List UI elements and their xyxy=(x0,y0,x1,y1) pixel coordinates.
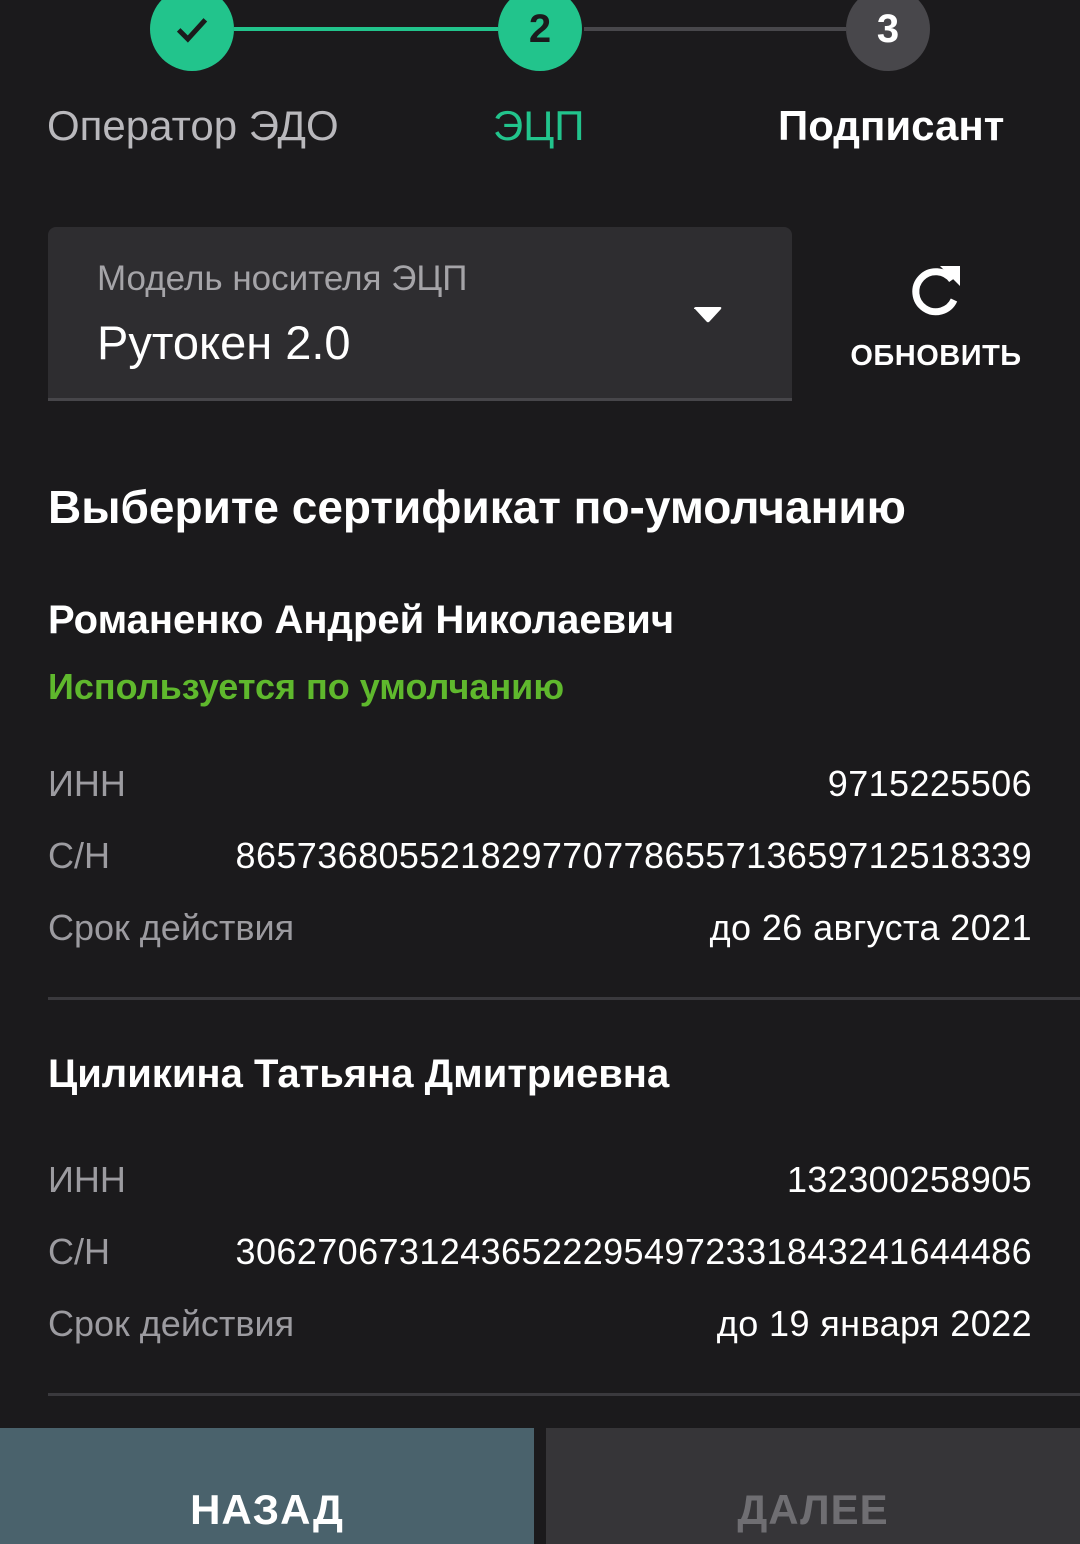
certificate-divider xyxy=(48,997,1080,1000)
inn-row: ИНН 132300258905 xyxy=(48,1159,1032,1209)
default-certificate-badge: Используется по умолчанию xyxy=(48,666,565,707)
step-2-label[interactable]: ЭЦП xyxy=(493,102,584,150)
serial-number-value: 865736805521829770778655713659712518339 xyxy=(235,835,1032,876)
certificate-item[interactable]: Романенко Андрей Николаевич Используется… xyxy=(48,598,1080,1000)
certificate-holder-name: Циликина Татьяна Дмитриевна xyxy=(48,1052,670,1096)
inn-row: ИНН 9715225506 xyxy=(48,763,1032,813)
validity-row: Срок действия до 19 января 2022 xyxy=(48,1303,1032,1353)
step-3-label[interactable]: Подписант xyxy=(778,102,1004,150)
back-button[interactable]: НАЗАД xyxy=(0,1428,534,1544)
carrier-model-label: Модель носителя ЭЦП xyxy=(97,259,468,298)
step-2-number: 2 xyxy=(528,6,552,51)
certificate-holder-name: Романенко Андрей Николаевич xyxy=(48,598,675,642)
stepper-line-completed xyxy=(234,27,498,31)
serial-number-label: С/Н xyxy=(48,835,110,876)
refresh-icon xyxy=(912,266,960,316)
next-button[interactable]: ДАЛЕЕ xyxy=(546,1428,1080,1544)
serial-number-value: 306270673124365222954972331843241644486 xyxy=(235,1231,1032,1272)
inn-label: ИНН xyxy=(48,1159,126,1200)
validity-value: до 19 января 2022 xyxy=(716,1303,1032,1344)
step-3-circle[interactable]: 3 xyxy=(846,0,930,71)
step-2-circle[interactable]: 2 xyxy=(498,0,582,71)
validity-value: до 26 августа 2021 xyxy=(709,907,1032,948)
carrier-model-value: Рутокен 2.0 xyxy=(97,316,351,369)
certificate-divider xyxy=(48,1393,1080,1396)
step-1-label[interactable]: Оператор ЭДО xyxy=(47,102,339,150)
inn-value: 9715225506 xyxy=(827,763,1032,804)
certificate-item[interactable]: Циликина Татьяна Дмитриевна ИНН 13230025… xyxy=(48,1052,1080,1396)
next-button-label: ДАЛЕЕ xyxy=(737,1486,889,1533)
caret-down-icon xyxy=(694,307,722,323)
stepper-line-pending xyxy=(584,27,846,31)
inn-label: ИНН xyxy=(48,763,126,804)
refresh-button[interactable]: ОБНОВИТЬ xyxy=(836,262,1036,382)
section-title: Выберите сертификат по-умолчанию xyxy=(48,481,906,533)
serial-number-label: С/Н xyxy=(48,1231,110,1272)
serial-number-row: С/Н 865736805521829770778655713659712518… xyxy=(48,835,1032,885)
check-icon xyxy=(176,18,208,43)
refresh-label: ОБНОВИТЬ xyxy=(850,340,1022,372)
validity-label: Срок действия xyxy=(48,1303,295,1344)
step-1-circle[interactable] xyxy=(150,0,234,71)
validity-label: Срок действия xyxy=(48,907,295,948)
serial-number-row: С/Н 306270673124365222954972331843241644… xyxy=(48,1231,1032,1281)
validity-row: Срок действия до 26 августа 2021 xyxy=(48,907,1032,957)
carrier-model-select[interactable]: Модель носителя ЭЦП Рутокен 2.0 xyxy=(48,227,792,401)
stepper: 2 3 Оператор ЭДО ЭЦП Подписант xyxy=(0,0,1080,170)
certificate-setup-screen: 2 3 Оператор ЭДО ЭЦП Подписант Модель но… xyxy=(0,0,1080,1544)
back-button-label: НАЗАД xyxy=(190,1486,344,1533)
step-3-number: 3 xyxy=(876,6,900,51)
inn-value: 132300258905 xyxy=(786,1159,1032,1200)
